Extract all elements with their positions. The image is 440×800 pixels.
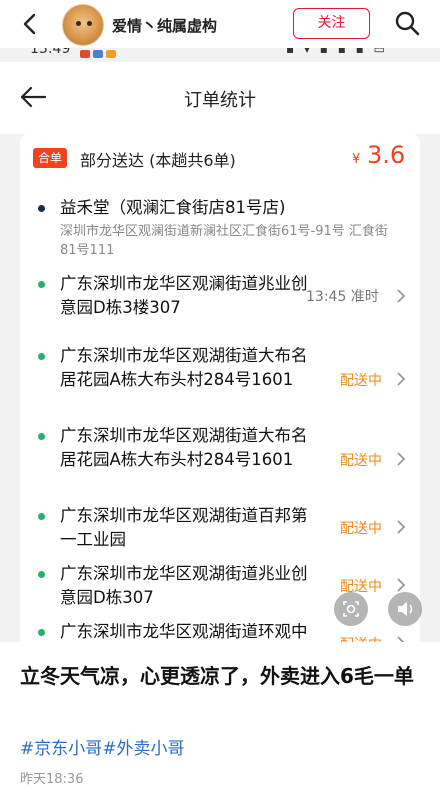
chevron-right-icon — [397, 289, 406, 303]
follow-button[interactable]: 关注 — [293, 8, 370, 39]
lens-button[interactable] — [334, 592, 368, 626]
post-timestamp: 昨天18:36 — [20, 772, 84, 787]
status-time: 13:49 — [30, 48, 71, 57]
audio-button[interactable] — [388, 592, 422, 626]
dropoff-address: 广东深圳市龙华区观湖街道百邦第一工业园 — [60, 506, 308, 549]
app-title: 订单统计 — [184, 90, 256, 111]
chevron-right-icon — [397, 452, 406, 466]
post-header: 爱情丶纯属虚构 关注 — [0, 0, 440, 48]
price-currency: ¥ — [352, 152, 361, 167]
chevron-right-icon — [397, 372, 406, 386]
hashtag-link[interactable]: #京东小哥 — [20, 739, 102, 759]
dropoff-address: 广东深圳市龙华区观湖街道大布名居花园A栋大布头村284号1601 — [60, 426, 308, 469]
avatar[interactable] — [62, 4, 104, 46]
order-card: 合单 部分送达 (本趟共6单) ¥ 3.6 益禾堂（观澜汇食街店81号店) 深圳… — [20, 134, 420, 642]
app-header: 订单统计 — [0, 62, 440, 134]
lens-icon — [343, 601, 359, 617]
dropoff-address: 广东深圳市龙华区观湖街道大布名居花园A栋大布头村284号1601 — [60, 346, 308, 389]
delivery-status: 配送中 — [340, 521, 382, 537]
pickup-address: 益禾堂（观澜汇食街店81号店) — [60, 198, 286, 217]
hashtag-list: #京东小哥#外卖小哥 — [20, 734, 185, 759]
signal-battery-icons: ▪ ▾ ▪ ▪ ▪ ▭ — [286, 48, 388, 56]
delivery-status: 13:45 准时 — [306, 289, 379, 305]
notification-icons — [80, 48, 120, 58]
dropoff-dot-icon — [38, 513, 45, 520]
chevron-right-icon — [397, 636, 405, 642]
post-caption: 立冬天气凉，心更透凉了，外卖进入6毛一单 — [20, 664, 414, 688]
order-summary: 部分送达 (本趟共6单) — [80, 151, 236, 170]
dropoff-dot-icon — [38, 629, 45, 636]
dropoff-dot-icon — [38, 281, 45, 288]
pickup-dot-icon — [38, 205, 45, 212]
dropoff-address: 广东深圳市龙华区观湖街道兆业创意园D栋307 — [60, 564, 308, 607]
dropoff-dot-icon — [38, 353, 45, 360]
chevron-right-icon — [397, 578, 406, 592]
hashtag-link[interactable]: #外卖小哥 — [102, 739, 184, 759]
pickup-detail: 深圳市龙华区观澜街道新澜社区汇食街61号-91号 汇食街81号111 — [60, 224, 388, 258]
merge-tag: 合单 — [33, 148, 67, 168]
price-amount: 3.6 — [367, 141, 406, 169]
dropoff-dot-icon — [38, 433, 45, 440]
dropoff-dot-icon — [38, 571, 45, 578]
chevron-right-icon — [397, 520, 406, 534]
search-icon[interactable] — [394, 10, 420, 36]
dropoff-address: 广东深圳市龙华区观湖街道环观中路282号泛海科技园D栋 — [60, 622, 308, 641]
delivery-status: 配送中 — [340, 634, 382, 642]
delivery-status: 配送中 — [340, 373, 382, 389]
phone-status-bar: 13:49 ▪ ▾ ▪ ▪ ▪ ▭ — [0, 48, 440, 60]
order-screenshot[interactable]: 13:49 ▪ ▾ ▪ ▪ ▪ ▭ 订单统计 合单 部分送达 (本趟共6单) ¥… — [0, 48, 440, 642]
delivery-status: 配送中 — [340, 453, 382, 469]
speaker-icon — [398, 602, 413, 616]
dropoff-address: 广东深圳市龙华区观澜街道兆业创意园D栋3楼307 — [60, 274, 308, 317]
back-icon[interactable] — [18, 12, 42, 36]
author-name[interactable]: 爱情丶纯属虚构 — [112, 15, 217, 36]
